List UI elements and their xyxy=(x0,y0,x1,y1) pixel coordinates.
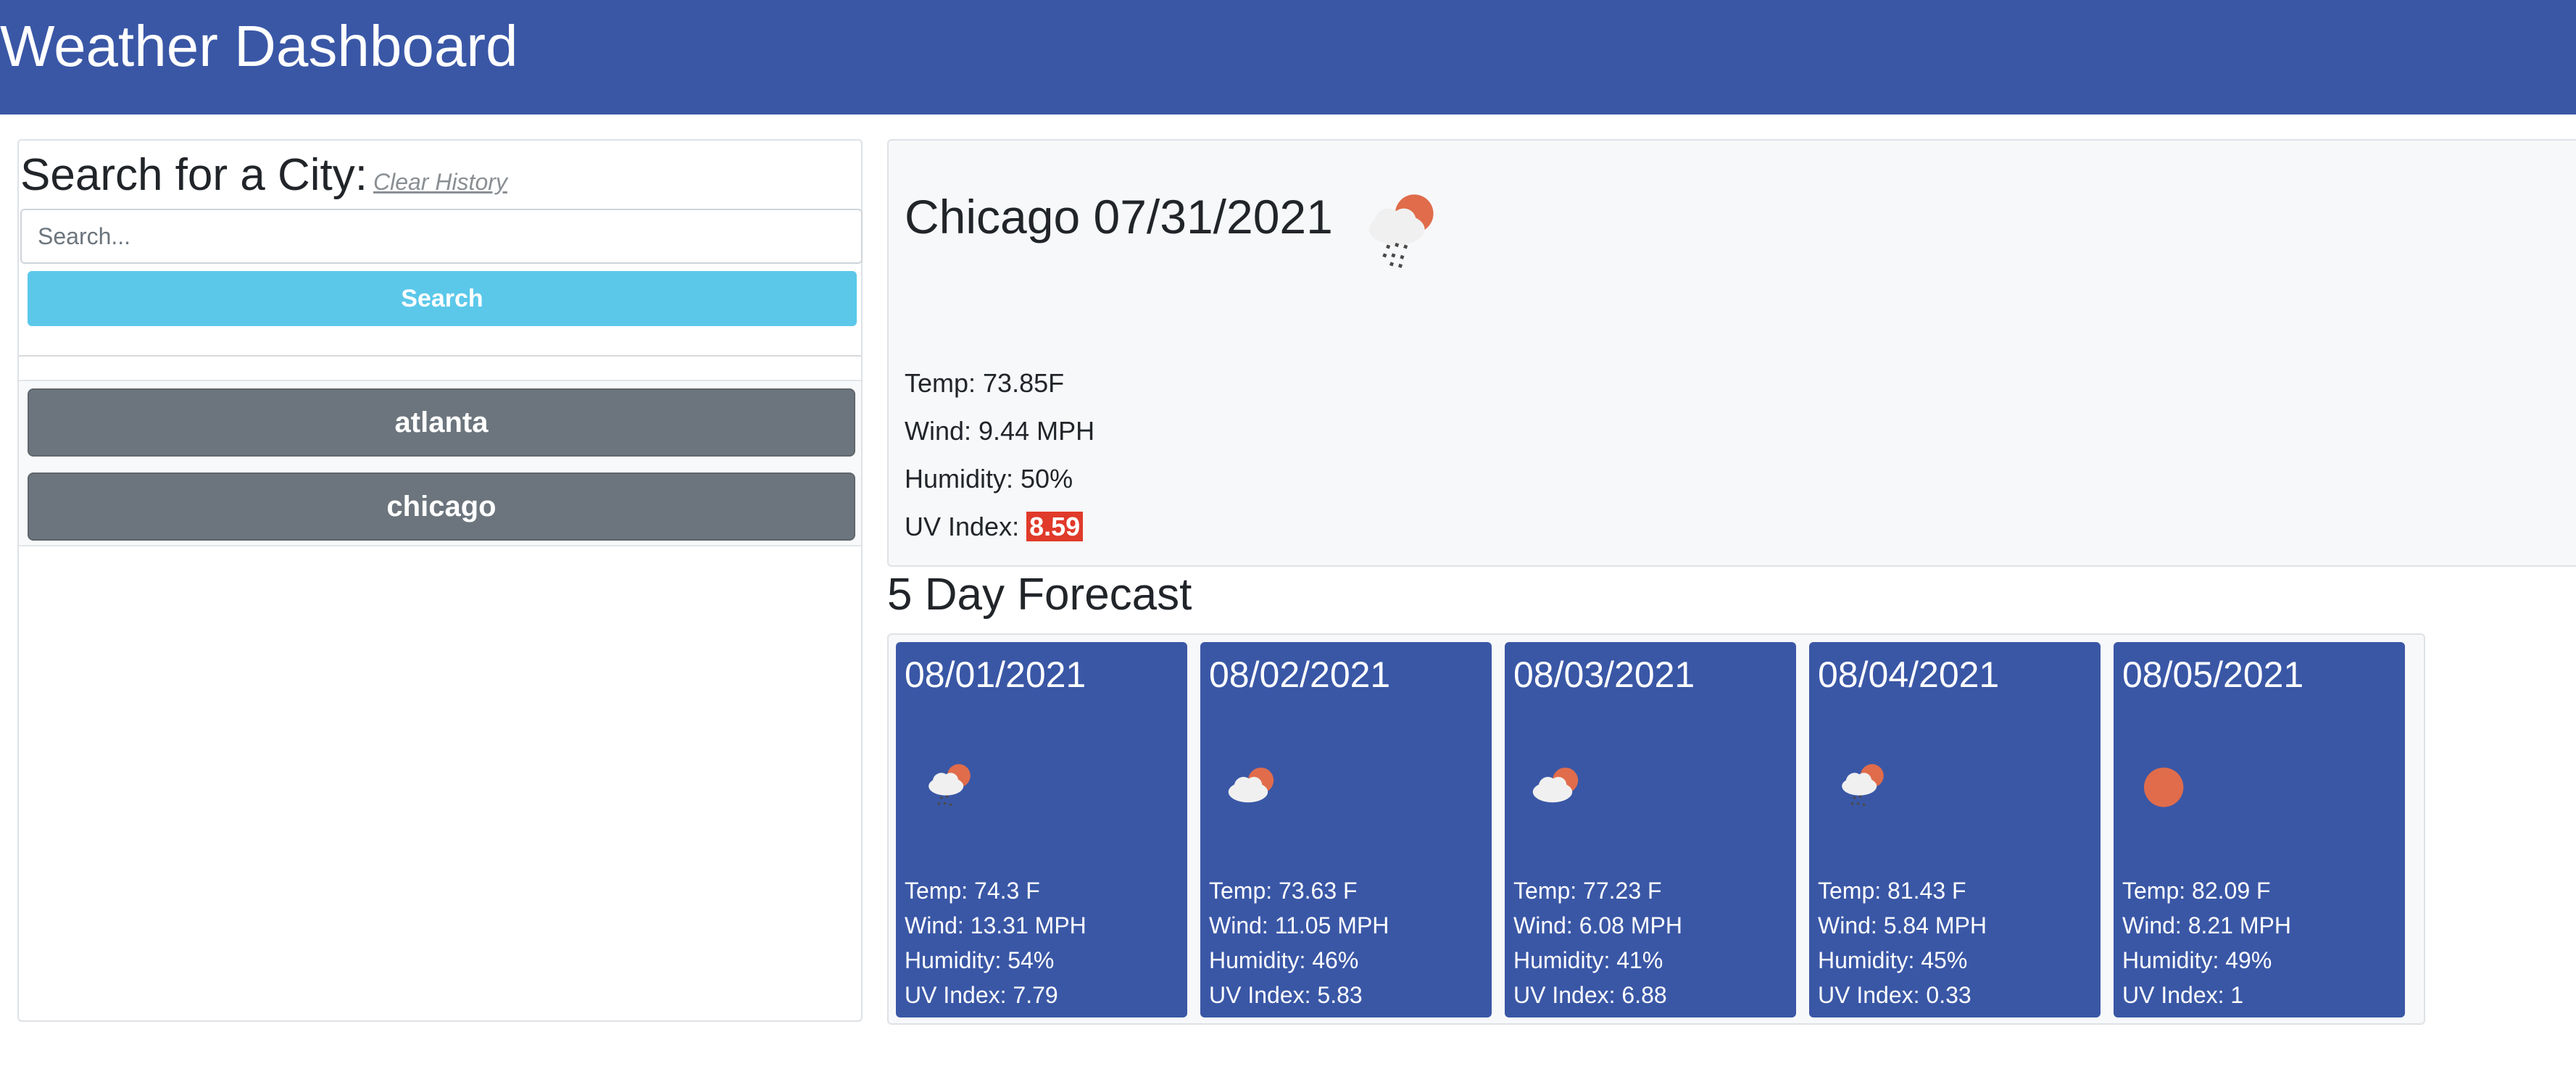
rain-cloud-sun-icon xyxy=(1368,194,1434,268)
forecast-wind: Wind: 13.31 MPH xyxy=(905,912,1087,938)
forecast-date: 08/03/2021 xyxy=(1513,654,1695,695)
cloud-sun-icon xyxy=(1532,767,1579,803)
search-button[interactable]: Search xyxy=(28,271,857,326)
forecast-date: 08/04/2021 xyxy=(1818,654,2000,695)
sun-icon xyxy=(2144,767,2184,807)
forecast-humidity: Humidity: 54% xyxy=(905,947,1055,973)
forecast-card: 08/04/2021 Temp: 81.43 F Wind: 5.84 MPH … xyxy=(1809,642,2101,1017)
current-temp: Temp: 73.85F xyxy=(905,368,1065,398)
search-title: Search for a City: xyxy=(20,150,367,200)
forecast-temp: Temp: 74.3 F xyxy=(905,878,1040,904)
current-city-date: Chicago 07/31/2021 xyxy=(905,190,1333,243)
divider xyxy=(19,355,861,357)
forecast-wind: Wind: 11.05 MPH xyxy=(1209,912,1389,938)
forecast-date: 08/02/2021 xyxy=(1209,654,1391,695)
forecast-uv: UV Index: 5.83 xyxy=(1209,982,1363,1008)
page-title: Weather Dashboard xyxy=(0,14,518,78)
forecast-container: 08/01/2021 Temp: 74.3 F Wind: 13.31 MPH … xyxy=(887,633,2425,1025)
search-heading: Search for a City: Clear History xyxy=(20,146,507,211)
forecast-card: 08/02/2021 Temp: 73.63 F Wind: 11.05 MPH… xyxy=(1200,642,1492,1017)
forecast-wind: Wind: 8.21 MPH xyxy=(2122,912,2291,938)
uv-label: UV Index: xyxy=(905,512,1027,541)
forecast-wind: Wind: 6.08 MPH xyxy=(1513,912,1682,938)
forecast-uv: UV Index: 6.88 xyxy=(1513,982,1667,1008)
cloud-sun-icon xyxy=(1228,767,1274,803)
app-header: Weather Dashboard xyxy=(0,0,2576,115)
current-wind: Wind: 9.44 MPH xyxy=(905,416,1095,446)
history-item-chicago[interactable]: chicago xyxy=(28,473,855,541)
search-input[interactable] xyxy=(20,209,863,264)
forecast-humidity: Humidity: 46% xyxy=(1209,947,1359,973)
clear-history-link[interactable]: Clear History xyxy=(373,169,507,195)
forecast-card: 08/01/2021 Temp: 74.3 F Wind: 13.31 MPH … xyxy=(896,642,1187,1017)
forecast-humidity: Humidity: 45% xyxy=(1818,947,1968,973)
current-humidity: Humidity: 50% xyxy=(905,464,1073,494)
uv-badge: 8.59 xyxy=(1026,512,1084,541)
rain-cloud-sun-icon xyxy=(1842,764,1884,806)
forecast-humidity: Humidity: 49% xyxy=(2122,947,2272,973)
forecast-wind: Wind: 5.84 MPH xyxy=(1818,912,1987,938)
forecast-humidity: Humidity: 41% xyxy=(1513,947,1663,973)
forecast-date: 08/05/2021 xyxy=(2122,654,2304,695)
search-history-list: atlanta chicago xyxy=(19,380,861,546)
current-weather-card: Chicago 07/31/2021 Temp: 73.85F Wind: 9.… xyxy=(887,139,2576,567)
history-item-atlanta[interactable]: atlanta xyxy=(28,388,855,457)
forecast-uv: UV Index: 1 xyxy=(2122,982,2244,1008)
forecast-temp: Temp: 77.23 F xyxy=(1513,878,1662,904)
forecast-card: 08/03/2021 Temp: 77.23 F Wind: 6.08 MPH … xyxy=(1505,642,1796,1017)
forecast-uv: UV Index: 0.33 xyxy=(1818,982,1972,1008)
forecast-card: 08/05/2021 Temp: 82.09 F Wind: 8.21 MPH … xyxy=(2114,642,2405,1017)
forecast-temp: Temp: 82.09 F xyxy=(2122,878,2271,904)
forecast-date: 08/01/2021 xyxy=(905,654,1087,695)
forecast-uv: UV Index: 7.79 xyxy=(905,982,1058,1008)
search-panel: Search for a City:Clear History Search a… xyxy=(17,139,863,1022)
forecast-heading: 5 Day Forecast xyxy=(887,570,1192,620)
forecast-temp: Temp: 81.43 F xyxy=(1818,878,1966,904)
rain-cloud-sun-icon xyxy=(928,764,971,806)
current-uv: UV Index: 8.59 xyxy=(905,509,1084,545)
forecast-temp: Temp: 73.63 F xyxy=(1209,878,1358,904)
